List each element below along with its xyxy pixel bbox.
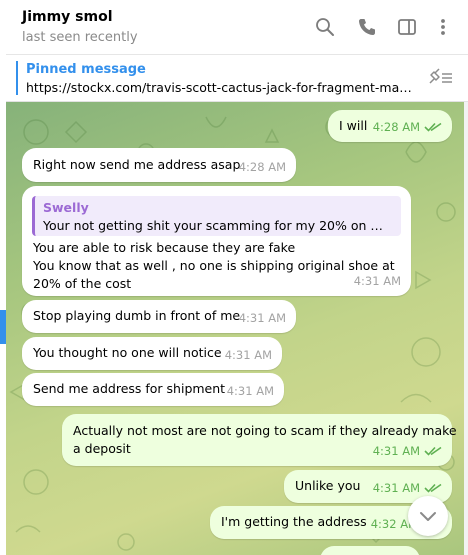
phone-icon[interactable]: [354, 14, 380, 40]
reply-author: Swelly: [43, 200, 89, 215]
message-line: You are able to risk because they are fa…: [33, 240, 296, 255]
contact-name[interactable]: Jimmy smol: [22, 9, 113, 25]
message-time: 4:31 AM: [353, 274, 401, 288]
message-incoming-reply[interactable]: Swelly Your not getting shit your scammi…: [22, 186, 411, 296]
double-check-icon: [424, 122, 442, 132]
message-time: 4:31 AM: [238, 311, 286, 325]
message-text: Right now send me address asap: [33, 157, 241, 172]
chat-header: Jimmy smol last seen recently: [6, 0, 468, 54]
double-check-icon: [424, 446, 442, 456]
message-text: You thought no one will notice: [33, 345, 222, 360]
message-outgoing[interactable]: I will 4:28 AM: [328, 110, 452, 142]
scroll-down-button[interactable]: [408, 496, 448, 536]
reply-text: Your not getting shit your scamming for …: [43, 218, 388, 233]
message-line: 20% of the cost: [33, 276, 132, 291]
pinned-text: https://stockx.com/travis-scott-cactus-j…: [26, 80, 416, 95]
message-text: I'm getting the address: [221, 514, 367, 529]
message-incoming[interactable]: You thought no one will notice 4:31 AM: [22, 337, 282, 370]
reply-quote[interactable]: Swelly Your not getting shit your scammi…: [32, 196, 401, 236]
double-check-icon: [424, 483, 442, 493]
search-icon[interactable]: [312, 14, 338, 40]
message-text: Unlike you: [295, 478, 361, 493]
pinned-title: Pinned message: [26, 62, 146, 77]
pinned-message-bar[interactable]: Pinned message https://stockx.com/travis…: [6, 55, 468, 101]
unpin-list-icon[interactable]: [426, 67, 454, 89]
message-time: 4:31 AM: [372, 444, 420, 458]
message-text: Send me address for shipment: [33, 381, 226, 396]
more-vertical-icon[interactable]: [430, 14, 456, 40]
pinned-indicator: [16, 61, 18, 95]
message-incoming[interactable]: Send me address for shipment 4:31 AM: [22, 373, 284, 406]
message-text: I will: [339, 118, 368, 133]
message-incoming[interactable]: Right now send me address asap 4:28 AM: [22, 148, 296, 182]
message-outgoing-partial[interactable]: [320, 546, 420, 555]
chevron-down-icon: [420, 512, 436, 521]
message-time: 4:28 AM: [238, 160, 286, 174]
message-text: Stop playing dumb in front of me: [33, 308, 241, 323]
message-outgoing[interactable]: Actually not most are not going to scam …: [62, 414, 457, 466]
chat-area[interactable]: I will 4:28 AM Right now send me address…: [6, 102, 464, 555]
contact-status: last seen recently: [22, 30, 138, 45]
message-line: You know that as well , no one is shippi…: [33, 258, 395, 273]
message-line: a deposit: [73, 441, 131, 456]
message-incoming[interactable]: Stop playing dumb in front of me 4:31 AM: [22, 300, 296, 333]
message-line: Actually not most are not going to scam …: [73, 423, 457, 438]
chat-scrollbar[interactable]: [464, 102, 468, 555]
message-time: 4:31 AM: [224, 348, 272, 362]
message-time: 4:31 AM: [226, 384, 274, 398]
sidebar-toggle-icon[interactable]: [394, 14, 420, 40]
message-time: 4:31 AM: [372, 481, 420, 495]
message-time: 4:28 AM: [372, 120, 420, 134]
